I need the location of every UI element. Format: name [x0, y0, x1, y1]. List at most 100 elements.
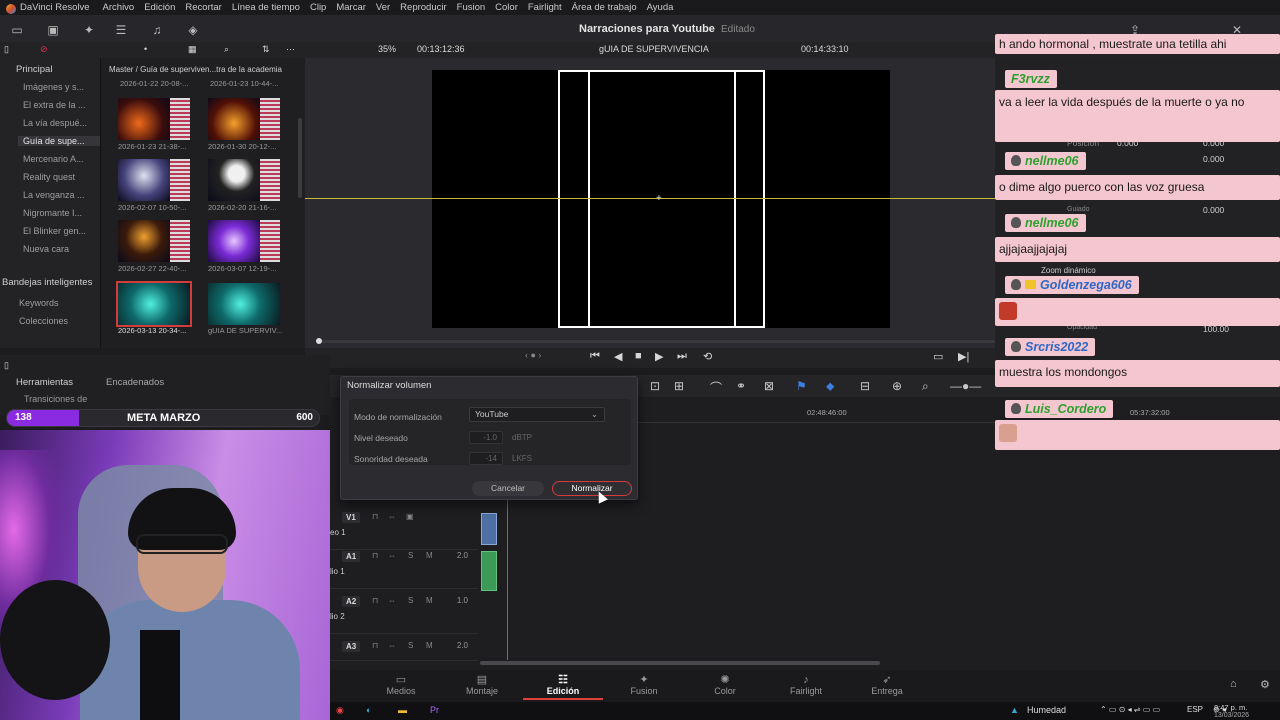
smart-bin-keywords[interactable]: Keywords: [19, 298, 89, 308]
value-field[interactable]: 0.000: [1203, 154, 1224, 164]
bin-item[interactable]: La vía despué...: [23, 118, 93, 128]
zoom-slider-icon[interactable]: —●—: [950, 379, 981, 393]
menu-linea-de-tiempo[interactable]: Línea de tiempo: [227, 2, 305, 13]
normalize-button[interactable]: Normalizar: [552, 481, 632, 496]
menu-color[interactable]: Color: [490, 2, 523, 13]
clip-thumbnail[interactable]: [208, 159, 280, 201]
fullscreen-icon[interactable]: ▭: [933, 350, 943, 363]
cancel-button[interactable]: Cancelar: [472, 481, 544, 496]
lock-icon[interactable]: ⊠: [764, 379, 774, 393]
solo-button[interactable]: S: [408, 551, 413, 560]
zoom-in-icon[interactable]: ⊕: [892, 379, 902, 393]
bin-item[interactable]: El Blinker gen...: [23, 226, 93, 236]
overwrite-icon[interactable]: ⊞: [674, 379, 684, 393]
clip-thumbnail[interactable]: [208, 98, 280, 140]
video-clip[interactable]: [481, 513, 497, 545]
level-input[interactable]: -1.0: [469, 431, 503, 444]
bin-item[interactable]: Nigromante I...: [23, 208, 93, 218]
flag-marker-icon[interactable]: ⚑: [796, 379, 807, 393]
mute-button[interactable]: M: [426, 551, 433, 560]
menu-edicion[interactable]: Edición: [139, 2, 180, 13]
auto-select-icon[interactable]: ⇔: [388, 641, 396, 650]
value-field[interactable]: 0.000: [1203, 205, 1224, 215]
clip-thumbnail[interactable]: [208, 283, 280, 325]
timeline-scrollbar[interactable]: [480, 661, 880, 665]
play-icon[interactable]: ▶: [655, 350, 663, 363]
smart-bin-collections[interactable]: Colecciones: [19, 316, 89, 326]
track-header-a2[interactable]: A2 lio 2 ⊓ ⇔ S M 1.0: [330, 594, 478, 634]
loudness-input[interactable]: -14: [469, 452, 503, 465]
clip-thumbnail[interactable]: [118, 159, 190, 201]
media-icon[interactable]: ▣: [46, 23, 60, 37]
link-icon[interactable]: ◈: [186, 23, 200, 37]
viewer-zoom[interactable]: 35%: [378, 44, 396, 54]
zoom-fit-icon[interactable]: ⊟: [860, 379, 870, 393]
viewer-scrubber[interactable]: [316, 340, 995, 343]
visibility-icon[interactable]: ▣: [406, 512, 414, 521]
media-pool-scrollbar[interactable]: [298, 118, 302, 198]
clock-time[interactable]: 8:47 p. m.: [1214, 703, 1247, 712]
menu-clip[interactable]: Clip: [305, 2, 331, 13]
lock-icon[interactable]: ⊓: [372, 596, 378, 605]
menu-ver[interactable]: Ver: [371, 2, 395, 13]
track-header-v1[interactable]: V1 eo 1 ⊓ ⇔ ▣: [330, 510, 478, 550]
scrubber-handle[interactable]: [316, 338, 322, 344]
edge-icon[interactable]: ◐: [366, 705, 371, 715]
snap-icon[interactable]: ⌒: [710, 379, 722, 396]
tools-header[interactable]: Herramientas: [16, 377, 73, 388]
track-header-a3[interactable]: A3 ⊓ ⇔ S M 2.0: [330, 639, 478, 661]
link-icon[interactable]: ⚭: [736, 379, 746, 393]
tab-media[interactable]: ▭ Medios: [361, 674, 441, 696]
tab-cut[interactable]: ▤ Montaje: [442, 674, 522, 696]
lock-icon[interactable]: ⊓: [372, 551, 378, 560]
mute-button[interactable]: M: [426, 641, 433, 650]
insert-icon[interactable]: ⊡: [650, 379, 660, 393]
solo-button[interactable]: S: [408, 596, 413, 605]
menu-marcar[interactable]: Marcar: [331, 2, 371, 13]
premiere-icon[interactable]: Pr: [430, 705, 439, 715]
go-end-icon[interactable]: ⏭: [677, 350, 687, 363]
sound-library-icon[interactable]: ♫: [150, 23, 164, 37]
tab-edit[interactable]: ☷ Edición: [523, 674, 603, 696]
menu-archivo[interactable]: Archivo: [98, 2, 140, 13]
auto-select-icon[interactable]: ⇔: [388, 551, 396, 560]
bin-item[interactable]: Mercenario A...: [23, 154, 93, 164]
next-icon[interactable]: ▶|: [958, 350, 969, 363]
media-pool-toggle-icon[interactable]: ▭: [10, 23, 24, 37]
go-start-icon[interactable]: ⏮: [590, 350, 600, 363]
viewer-clip-name[interactable]: gUIA DE SUPERVIVENCIA: [599, 44, 709, 54]
dynamic-zoom-label[interactable]: Zoom dinámico: [1041, 266, 1096, 275]
jog-icon[interactable]: ‹ ● ›: [525, 350, 541, 360]
tab-fusion[interactable]: ✦ Fusion: [604, 674, 684, 696]
clock-date[interactable]: 13/03/2026: [1214, 712, 1249, 719]
menu-area-de-trabajo[interactable]: Área de trabajo: [567, 2, 642, 13]
effects-icon[interactable]: ✦: [82, 23, 96, 37]
bin-item[interactable]: La venganza ...: [23, 190, 93, 200]
panel-toggle-icon[interactable]: ▯: [4, 44, 9, 55]
menu-fairlight[interactable]: Fairlight: [523, 2, 567, 13]
transitions-item[interactable]: Transiciones de: [24, 394, 87, 404]
zoom-out-icon[interactable]: ⌕: [922, 379, 929, 394]
menu-fusion[interactable]: Fusion: [452, 2, 491, 13]
settings-icon[interactable]: ⚙: [1260, 678, 1270, 691]
edit-index-icon[interactable]: ☰: [114, 23, 128, 37]
sort-icon[interactable]: ⇅: [262, 44, 270, 55]
bin-item[interactable]: Nueva cara: [23, 244, 93, 254]
menu-reproducir[interactable]: Reproducir: [395, 2, 451, 13]
tray-icons[interactable]: ⌃ ▭ ⊙ ◂ ⇌ ▭ ▭: [1100, 705, 1160, 714]
home-icon[interactable]: ⌂: [1230, 678, 1237, 690]
folder-icon[interactable]: ▬: [398, 705, 407, 715]
flag-icon[interactable]: ⊘: [40, 44, 48, 55]
bin-item[interactable]: El extra de la ...: [23, 100, 93, 110]
bin-item-selected[interactable]: Guía de supe...: [18, 136, 100, 146]
tab-deliver[interactable]: ➶ Entrega: [847, 674, 927, 696]
bin-item[interactable]: Imágenes y s...: [23, 82, 93, 92]
clip-thumbnail[interactable]: [208, 220, 280, 262]
clip-thumbnail-selected[interactable]: [116, 281, 192, 327]
record-icon[interactable]: ◉: [336, 705, 344, 716]
marker-icon[interactable]: ⬥: [826, 379, 834, 394]
loop-icon[interactable]: ⟲: [703, 350, 712, 363]
auto-select-icon[interactable]: ⇔: [388, 512, 396, 521]
tab-color[interactable]: ✺ Color: [685, 674, 765, 696]
mute-button[interactable]: M: [426, 596, 433, 605]
